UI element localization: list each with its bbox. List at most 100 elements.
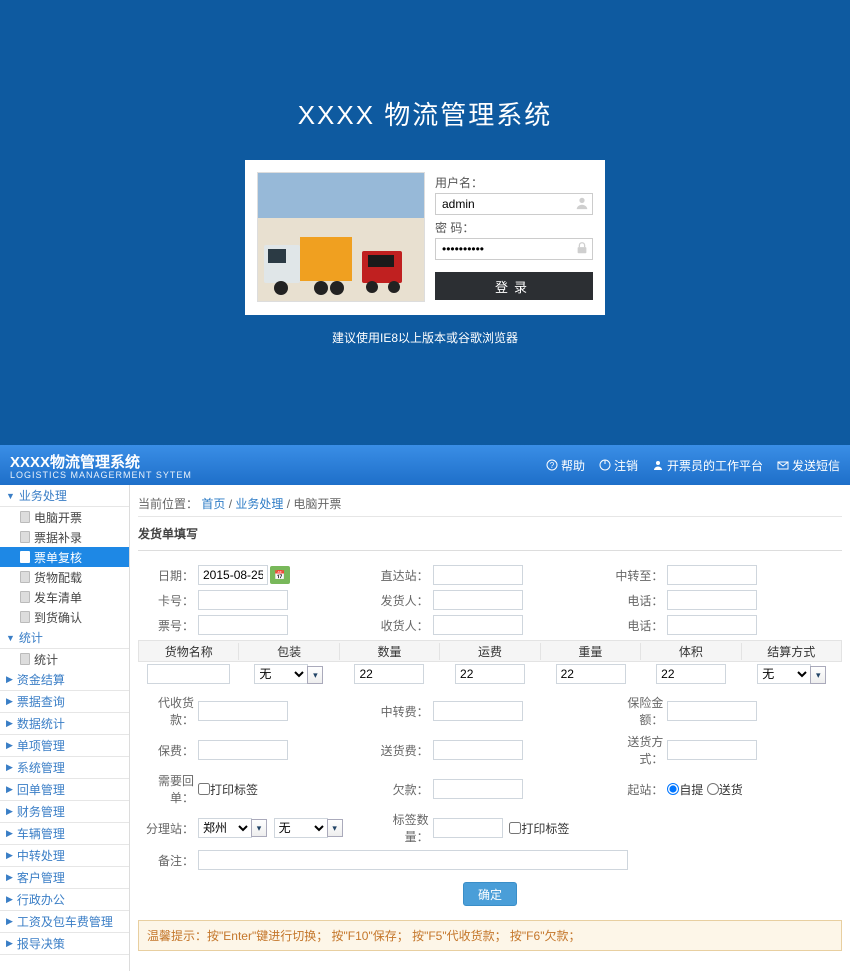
labelqty-input[interactable] xyxy=(433,818,503,838)
sidebar-group-vehicle[interactable]: ▶车辆管理 xyxy=(0,823,129,845)
goods-table-row: 无▾ 无▾ xyxy=(138,662,842,686)
caret-right-icon: ▶ xyxy=(6,828,13,839)
file-icon xyxy=(20,653,30,665)
volume-input[interactable] xyxy=(656,664,726,684)
collect-label: 代收货款： xyxy=(138,694,198,728)
sidebar-group-office[interactable]: ▶行政办公 xyxy=(0,889,129,911)
sidebar-group-business[interactable]: ▼业务处理 xyxy=(0,485,129,507)
branch-select2[interactable]: 无 xyxy=(274,818,328,838)
password-input[interactable] xyxy=(435,238,593,260)
sidebar-group-finance[interactable]: ▶财务管理 xyxy=(0,801,129,823)
caret-down-icon: ▼ xyxy=(6,491,15,501)
origin-self-radio[interactable] xyxy=(667,783,679,795)
sidebar-group-receipt[interactable]: ▶回单管理 xyxy=(0,779,129,801)
insure-input[interactable] xyxy=(198,740,288,760)
crumb-current: 电脑开票 xyxy=(293,497,341,511)
help-link[interactable]: ?帮助 xyxy=(546,457,585,474)
phone2-input[interactable] xyxy=(667,615,757,635)
chevron-down-icon: ▾ xyxy=(307,666,323,684)
collect-input[interactable] xyxy=(198,701,288,721)
login-button[interactable]: 登录 xyxy=(435,272,593,300)
owe-input[interactable] xyxy=(433,779,523,799)
transfer-input[interactable] xyxy=(667,565,757,585)
insamt-input[interactable] xyxy=(667,701,757,721)
crumb-home[interactable]: 首页 xyxy=(201,497,225,511)
sidebar-group-transfer[interactable]: ▶中转处理 xyxy=(0,845,129,867)
mail-icon xyxy=(777,459,789,471)
weight-input[interactable] xyxy=(556,664,626,684)
sidebar-group-single[interactable]: ▶单项管理 xyxy=(0,735,129,757)
caret-right-icon: ▶ xyxy=(6,916,13,927)
goods-name-input[interactable] xyxy=(147,664,230,684)
sidebar-item-ticket-supplement[interactable]: 票据补录 xyxy=(0,527,129,547)
card-label: 卡号： xyxy=(138,592,198,609)
workspace-link[interactable]: 开票员的工作平台 xyxy=(652,457,763,474)
return-checkbox[interactable] xyxy=(198,783,210,795)
sidebar-item-computer-ticket[interactable]: 电脑开票 xyxy=(0,507,129,527)
sidebar-item-stats[interactable]: 统计 xyxy=(0,649,129,669)
direct-label: 直达站： xyxy=(373,567,433,584)
sidebar-group-stats[interactable]: ▼统计 xyxy=(0,627,129,649)
sidebar-item-arrival-confirm[interactable]: 到货确认 xyxy=(0,607,129,627)
settle-select[interactable]: 无 xyxy=(757,664,811,684)
user-icon xyxy=(575,196,589,210)
tfee-input[interactable] xyxy=(433,740,523,760)
print-chk-label: 打印标签 xyxy=(521,820,569,837)
sidebar-item-ticket-review[interactable]: 票单复核 xyxy=(0,547,129,567)
phone-input[interactable] xyxy=(667,590,757,610)
print-checkbox[interactable] xyxy=(509,822,521,834)
transfee-input[interactable] xyxy=(433,701,523,721)
sidebar-group-data-stats[interactable]: ▶数据统计 xyxy=(0,713,129,735)
date-input[interactable] xyxy=(198,565,268,585)
receiver-input[interactable] xyxy=(433,615,523,635)
shipway-input[interactable] xyxy=(667,740,757,760)
qty-input[interactable] xyxy=(354,664,424,684)
caret-right-icon: ▶ xyxy=(6,872,13,883)
login-image xyxy=(257,172,425,302)
confirm-button[interactable]: 确定 xyxy=(463,882,517,906)
sidebar-item-departure-list[interactable]: 发车清单 xyxy=(0,587,129,607)
return-chk-label: 打印标签 xyxy=(210,781,258,798)
sidebar-group-salary[interactable]: ▶工资及包车费管理 xyxy=(0,911,129,933)
labelqty-label: 标签数量： xyxy=(373,811,433,845)
phone2-label: 电话： xyxy=(607,617,667,634)
caret-right-icon: ▶ xyxy=(6,894,13,905)
caret-right-icon: ▶ xyxy=(6,806,13,817)
caret-right-icon: ▶ xyxy=(6,740,13,751)
svg-text:?: ? xyxy=(550,461,555,470)
fee-input[interactable] xyxy=(455,664,525,684)
sidebar-group-ticket-query[interactable]: ▶票据查询 xyxy=(0,691,129,713)
chevron-down-icon: ▾ xyxy=(251,819,267,837)
sidebar-item-cargo-load[interactable]: 货物配载 xyxy=(0,567,129,587)
lock-icon xyxy=(575,241,589,255)
caret-right-icon: ▶ xyxy=(6,938,13,949)
logout-link[interactable]: 注销 xyxy=(599,457,638,474)
sender-input[interactable] xyxy=(433,590,523,610)
origin-deliver-radio[interactable] xyxy=(707,783,719,795)
note-label: 备注： xyxy=(138,852,198,869)
file-icon xyxy=(20,531,30,543)
ticket-input[interactable] xyxy=(198,615,288,635)
calendar-icon[interactable]: 📅 xyxy=(270,566,290,584)
file-icon xyxy=(20,611,30,623)
package-select[interactable]: 无 xyxy=(254,664,308,684)
return-label: 需要回单： xyxy=(138,772,198,806)
sidebar-group-fund[interactable]: ▶资金结算 xyxy=(0,669,129,691)
password-label: 密 码： xyxy=(435,219,593,236)
direct-input[interactable] xyxy=(433,565,523,585)
note-input[interactable] xyxy=(198,850,628,870)
sidebar-group-system[interactable]: ▶系统管理 xyxy=(0,757,129,779)
sidebar-group-report[interactable]: ▶报导决策 xyxy=(0,933,129,955)
crumb-business[interactable]: 业务处理 xyxy=(235,497,283,511)
card-input[interactable] xyxy=(198,590,288,610)
browser-tip: 建议使用IE8以上版本或谷歌浏览器 xyxy=(332,329,518,346)
branch-select[interactable]: 郑州 xyxy=(198,818,252,838)
sms-link[interactable]: 发送短信 xyxy=(777,457,840,474)
shipway-label: 送货方式： xyxy=(607,733,667,767)
transfee-label: 中转费： xyxy=(373,703,433,720)
transfer-label: 中转至： xyxy=(607,567,667,584)
sidebar-group-customer[interactable]: ▶客户管理 xyxy=(0,867,129,889)
logout-icon xyxy=(599,459,611,471)
username-input[interactable] xyxy=(435,193,593,215)
caret-right-icon: ▶ xyxy=(6,718,13,729)
